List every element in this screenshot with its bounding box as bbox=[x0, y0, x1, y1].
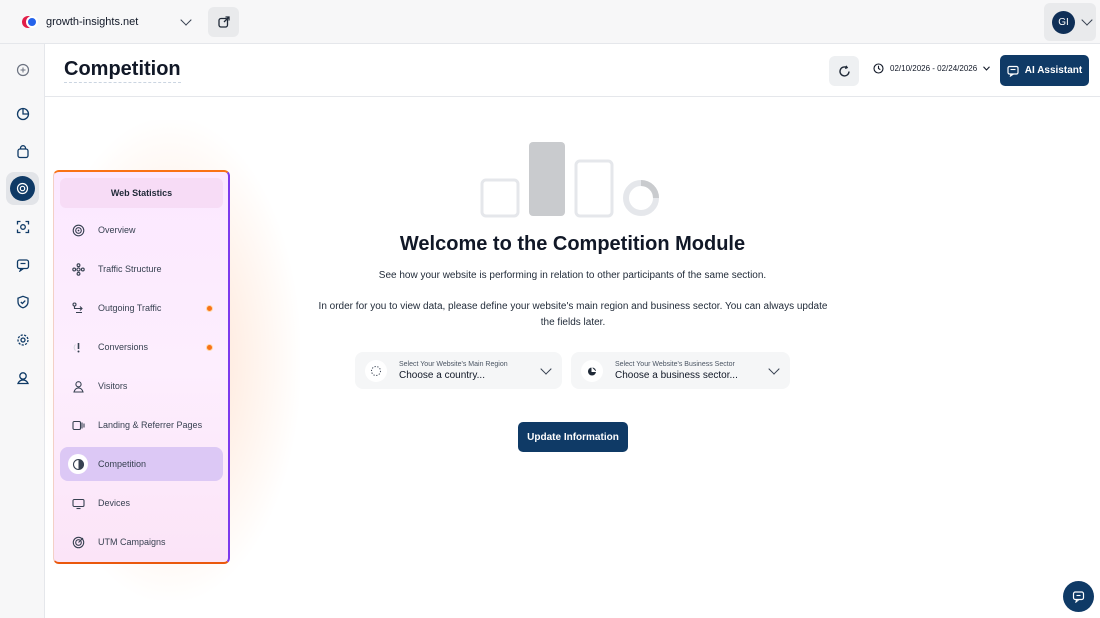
half-circle-icon bbox=[72, 458, 84, 470]
empty-state-illustration bbox=[480, 142, 659, 218]
menu-item-landing-referrer[interactable]: Landing & Referrer Pages bbox=[60, 408, 223, 442]
menu-item-label: UTM Campaigns bbox=[98, 537, 166, 547]
page-title: Competition bbox=[64, 58, 181, 83]
rail-item-security[interactable] bbox=[6, 285, 39, 318]
site-name: growth-insights.net bbox=[46, 16, 139, 28]
sector-pie-icon bbox=[588, 367, 596, 375]
web-statistics-icon bbox=[16, 182, 29, 195]
user-menu-button[interactable]: GI bbox=[1044, 3, 1096, 41]
network-icon bbox=[71, 262, 85, 276]
sector-select-label: Select Your Website's Business Sector bbox=[615, 360, 735, 368]
clock-icon bbox=[873, 63, 884, 74]
menu-item-overview[interactable]: Overview bbox=[60, 213, 223, 247]
ai-assistant-button[interactable]: AI Assistant bbox=[1000, 55, 1089, 86]
menu-item-label: Conversions bbox=[98, 342, 149, 352]
shopping-bag-icon bbox=[16, 144, 29, 158]
message-icon bbox=[16, 258, 29, 272]
chevron-down-icon bbox=[1081, 14, 1093, 26]
menu-item-devices[interactable]: Devices bbox=[60, 486, 223, 520]
region-select[interactable]: Select Your Website's Main Region Choose… bbox=[355, 352, 562, 389]
menu-item-label: Landing & Referrer Pages bbox=[98, 420, 203, 430]
pages-icon bbox=[71, 420, 85, 430]
external-link-icon bbox=[217, 16, 230, 28]
region-select-label: Select Your Website's Main Region bbox=[399, 360, 508, 368]
menu-item-label: Traffic Structure bbox=[98, 264, 162, 274]
menu-item-outgoing-traffic[interactable]: Outgoing Traffic bbox=[60, 291, 223, 325]
open-external-button[interactable] bbox=[208, 7, 239, 37]
menu-item-competition[interactable]: Competition bbox=[60, 447, 223, 481]
radar-icon bbox=[72, 536, 84, 548]
chevron-down-icon bbox=[180, 14, 192, 26]
menu-item-conversions[interactable]: Conversions bbox=[60, 330, 223, 364]
site-logo-icon bbox=[22, 14, 38, 30]
refresh-button[interactable] bbox=[829, 56, 859, 86]
rail-item-profile[interactable] bbox=[6, 361, 39, 394]
menu-item-label: Devices bbox=[98, 498, 131, 508]
rail-item-shop[interactable] bbox=[6, 135, 39, 168]
menu-item-visitors[interactable]: Visitors bbox=[60, 369, 223, 403]
web-statistics-menu: Web Statistics Overview Traffic Structur… bbox=[53, 170, 230, 564]
rail-item-reports[interactable] bbox=[6, 97, 39, 130]
update-information-button[interactable]: Update Information bbox=[518, 422, 628, 452]
region-select-value: Choose a country... bbox=[399, 369, 485, 381]
route-icon bbox=[71, 301, 83, 313]
alert-icon bbox=[73, 342, 79, 352]
compass-icon bbox=[16, 63, 29, 76]
chevron-down-icon bbox=[983, 66, 991, 71]
chevron-down-icon bbox=[540, 362, 552, 375]
chat-bubble-icon bbox=[1007, 65, 1019, 77]
rail-item-compass[interactable] bbox=[6, 53, 39, 86]
rail-item-scan[interactable] bbox=[6, 210, 39, 243]
left-rail bbox=[0, 44, 45, 618]
menu-item-label: Overview bbox=[98, 225, 136, 235]
avatar: GI bbox=[1052, 10, 1075, 34]
menu-title: Web Statistics bbox=[60, 178, 223, 208]
date-range-text: 02/10/2026 - 02/24/2026 bbox=[890, 64, 978, 73]
page-header: Competition 02/10/2026 - 02/24/2026 AI A… bbox=[45, 44, 1100, 97]
target-icon bbox=[72, 224, 84, 236]
settings-icon bbox=[16, 333, 29, 346]
top-bar: growth-insights.net GI bbox=[0, 0, 1100, 44]
welcome-title: Welcome to the Competition Module bbox=[399, 233, 746, 255]
refresh-icon bbox=[838, 64, 850, 77]
ai-assistant-label: AI Assistant bbox=[1024, 65, 1083, 76]
chat-support-button[interactable] bbox=[1063, 581, 1094, 612]
pie-chart-icon bbox=[16, 107, 29, 120]
loading-dots-icon bbox=[371, 365, 381, 376]
person-icon bbox=[72, 380, 84, 393]
menu-item-label: Visitors bbox=[98, 381, 128, 391]
menu-item-traffic-structure[interactable]: Traffic Structure bbox=[60, 252, 223, 286]
notification-badge bbox=[206, 304, 213, 312]
menu-item-label: Competition bbox=[98, 459, 147, 469]
menu-item-label: Outgoing Traffic bbox=[98, 303, 162, 313]
chevron-down-icon bbox=[768, 362, 780, 375]
shield-check-icon bbox=[16, 295, 29, 308]
chat-icon bbox=[1072, 591, 1085, 603]
notification-badge bbox=[206, 343, 213, 351]
monitor-icon bbox=[71, 498, 85, 509]
sector-select[interactable]: Select Your Website's Business Sector Ch… bbox=[571, 352, 790, 389]
scan-icon bbox=[16, 220, 29, 233]
site-selector[interactable]: growth-insights.net bbox=[16, 8, 196, 36]
rail-item-web-statistics[interactable] bbox=[6, 172, 39, 205]
welcome-subtitle: See how your website is performing in re… bbox=[378, 270, 767, 281]
user-pin-icon bbox=[16, 371, 29, 384]
menu-item-utm-campaigns[interactable]: UTM Campaigns bbox=[60, 525, 223, 559]
welcome-description: In order for you to view data, please de… bbox=[318, 301, 828, 328]
rail-item-messages[interactable] bbox=[6, 248, 39, 281]
rail-item-settings[interactable] bbox=[6, 323, 39, 356]
sector-select-value: Choose a business sector... bbox=[615, 369, 738, 381]
date-range-picker[interactable]: 02/10/2026 - 02/24/2026 bbox=[873, 63, 991, 74]
